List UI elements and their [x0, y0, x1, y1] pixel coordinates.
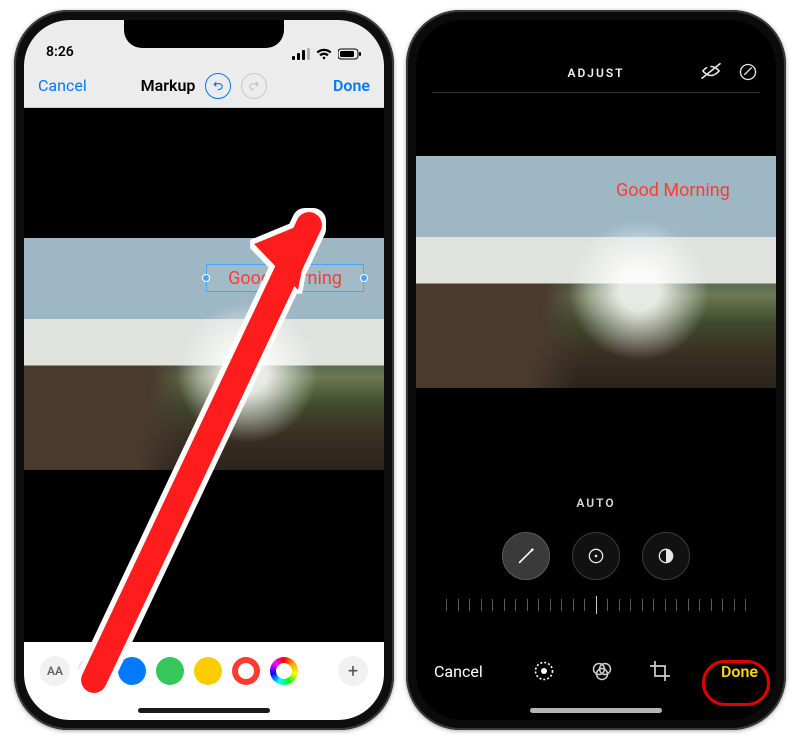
auto-label: AUTO — [416, 488, 776, 518]
color-swatch-green[interactable] — [156, 657, 184, 685]
screen-adjust: ADJUST Good Morning AUTO — [416, 20, 776, 720]
markup-icon[interactable] — [738, 62, 758, 82]
divider — [432, 92, 760, 93]
filters-tab-icon[interactable] — [590, 659, 614, 683]
crop-tab-icon[interactable] — [648, 659, 672, 683]
page-title: Markup — [141, 76, 196, 95]
hide-markup-icon[interactable] — [700, 62, 722, 82]
screen-markup: 8:26 Cancel Mar — [24, 20, 384, 720]
adjust-title: ADJUST — [567, 66, 624, 80]
brilliance-button[interactable] — [642, 532, 690, 580]
markup-text-box[interactable]: Good Morning — [206, 264, 364, 292]
notch — [516, 20, 676, 48]
markup-navbar: Cancel Markup Done — [24, 64, 384, 108]
markup-canvas[interactable]: Good Morning — [24, 108, 384, 642]
adjust-knobs — [416, 526, 776, 586]
cancel-button[interactable]: Cancel — [38, 76, 87, 95]
redo-button — [241, 73, 267, 99]
undo-button[interactable] — [205, 73, 231, 99]
battery-icon — [338, 48, 362, 60]
phone-adjust: ADJUST Good Morning AUTO — [406, 10, 786, 730]
adjust-tab-icon[interactable] — [532, 659, 556, 683]
wifi-icon — [316, 48, 332, 60]
home-indicator[interactable] — [138, 708, 270, 713]
cancel-button[interactable]: Cancel — [434, 662, 483, 681]
markup-text-value[interactable]: Good Morning — [228, 268, 342, 289]
done-button[interactable]: Done — [333, 76, 370, 95]
resize-handle-left[interactable] — [202, 274, 210, 282]
adjust-slider[interactable] — [446, 592, 746, 618]
exposure-button[interactable] — [572, 532, 620, 580]
resize-handle-right[interactable] — [360, 274, 368, 282]
color-picker-button[interactable] — [270, 657, 298, 685]
overlay-text: Good Morning — [616, 180, 730, 201]
auto-enhance-button[interactable] — [502, 532, 550, 580]
text-style-button[interactable]: AA — [40, 656, 70, 686]
add-markup-button[interactable]: + — [338, 656, 368, 686]
home-indicator[interactable] — [530, 708, 662, 713]
cellular-icon — [292, 48, 310, 60]
done-button[interactable]: Done — [721, 662, 758, 681]
color-swatch-black[interactable] — [80, 657, 108, 685]
phone-markup: 8:26 Cancel Mar — [14, 10, 394, 730]
color-swatch-red-selected[interactable] — [232, 657, 260, 685]
color-swatch-blue[interactable] — [118, 657, 146, 685]
notch — [124, 20, 284, 48]
color-swatch-yellow[interactable] — [194, 657, 222, 685]
